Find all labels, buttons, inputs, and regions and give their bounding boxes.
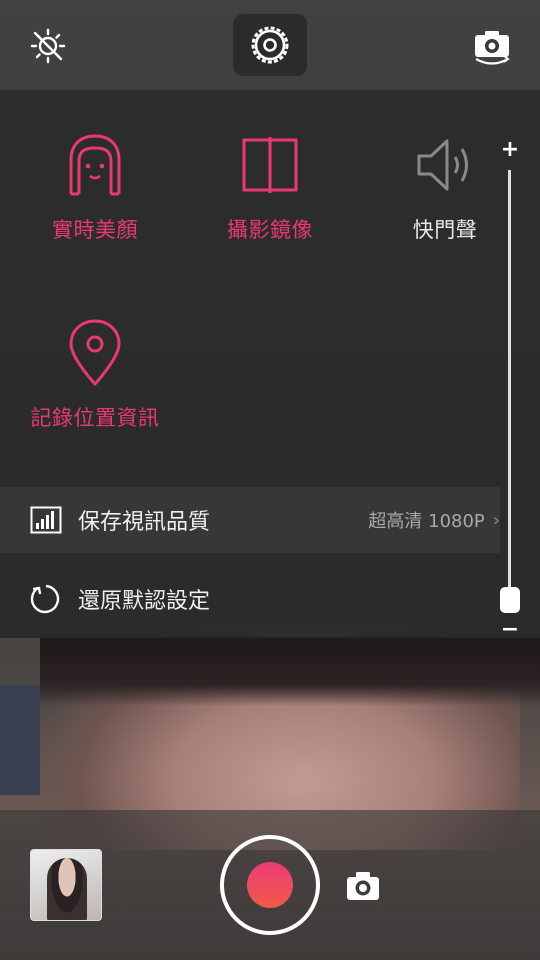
thumbnail-image	[47, 858, 87, 920]
speaker-icon	[370, 130, 520, 200]
settings-button[interactable]	[233, 14, 307, 76]
top-bar	[0, 0, 540, 90]
flash-off-icon	[30, 28, 66, 64]
preview-background-object	[0, 685, 40, 795]
reset-icon	[28, 581, 64, 617]
video-quality-row[interactable]: 保存視訊品質 超高清 1080P ›	[0, 487, 500, 553]
location-toggle[interactable]: 記錄位置資訊	[20, 318, 170, 432]
settings-icon	[251, 26, 289, 64]
beauty-label: 實時美顏	[52, 218, 138, 242]
video-quality-label: 保存視訊品質	[78, 510, 211, 535]
video-quality-value: 超高清 1080P	[368, 511, 485, 532]
mirror-label: 攝影鏡像	[227, 218, 313, 242]
zoom-out-button[interactable]: −	[500, 619, 520, 641]
camera-icon	[347, 872, 379, 900]
signal-bars-icon	[28, 502, 64, 538]
gallery-thumbnail[interactable]	[30, 849, 102, 921]
flash-off-button[interactable]	[20, 18, 76, 74]
mirror-icon	[195, 130, 345, 200]
location-pin-icon	[20, 318, 170, 388]
record-icon	[247, 862, 293, 908]
take-photo-button[interactable]	[343, 868, 383, 904]
mirror-toggle[interactable]: 攝影鏡像	[195, 130, 345, 244]
location-label: 記錄位置資訊	[30, 406, 160, 430]
preview-subject-hair	[40, 636, 540, 706]
reset-defaults-row[interactable]: 還原默認設定	[0, 566, 500, 632]
beauty-toggle[interactable]: 實時美顏	[20, 130, 170, 244]
switch-camera-button[interactable]	[464, 18, 520, 74]
shutter-sound-toggle[interactable]: 快門聲	[370, 130, 520, 244]
shutter-sound-label: 快門聲	[412, 218, 478, 242]
settings-panel: 實時美顏 攝影鏡像 快門聲 記錄位置資訊 保存視訊品質 超高清 1080P › …	[0, 90, 540, 641]
zoom-in-button[interactable]: +	[500, 139, 520, 161]
switch-camera-icon	[475, 31, 510, 65]
face-beauty-icon	[20, 130, 170, 200]
zoom-slider-track[interactable]	[508, 170, 511, 600]
zoom-slider-thumb[interactable]	[500, 587, 520, 613]
record-button[interactable]	[220, 835, 320, 935]
reset-defaults-label: 還原默認設定	[78, 589, 211, 614]
chevron-right-icon: ›	[492, 509, 500, 531]
bottom-bar	[0, 810, 540, 960]
